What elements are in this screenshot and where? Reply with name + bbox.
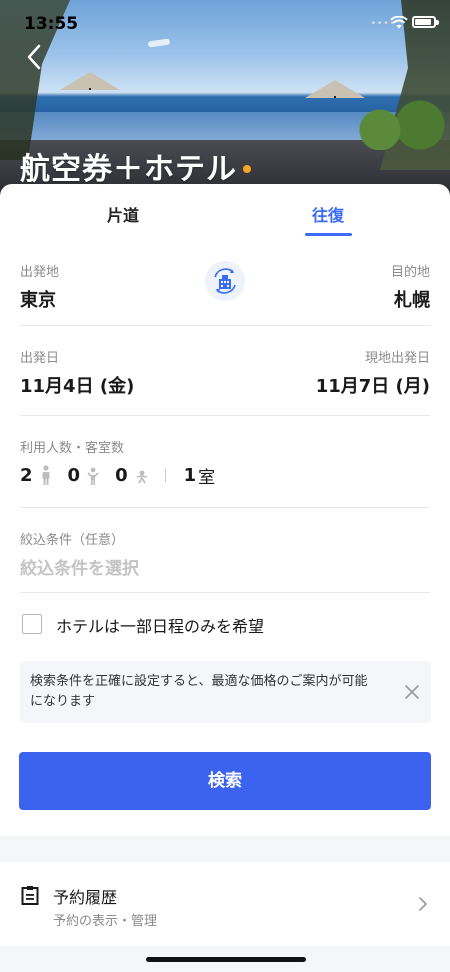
battery-icon (412, 16, 439, 28)
chevron-right-icon (419, 897, 427, 911)
active-tab-indicator (305, 233, 352, 236)
divider (20, 415, 430, 416)
wifi-icon (390, 16, 408, 29)
clipboard-icon (21, 886, 39, 905)
destination-value: 札幌 (394, 290, 430, 311)
adults-count: 2 (20, 464, 33, 486)
guests-separator (164, 468, 166, 482)
destination-field[interactable]: 目的地 札幌 (391, 261, 430, 312)
booking-history-subtitle: 予約の表示・管理 (53, 914, 158, 929)
hero-umbrella (305, 80, 365, 98)
title-accent-dot (243, 165, 251, 173)
booking-history-title: 予約履歴 (53, 888, 118, 907)
tab-round-trip[interactable]: 往復 (312, 202, 344, 226)
child-icon (87, 467, 99, 485)
search-tip-notice: 検索条件を正確に設定すると、最適な価格のご案内が可能になります (20, 661, 431, 723)
search-card: 片道 往復 出発地 東京 目的地 札幌 出発日 11月4日 (金) 現地出発日 … (0, 184, 450, 972)
origin-field[interactable]: 出発地 東京 (20, 261, 59, 312)
guests-field[interactable]: 2 0 0 1 室 (20, 463, 216, 488)
rooms-unit: 室 (198, 467, 216, 488)
divider (20, 507, 430, 508)
departure-date-field[interactable]: 出発日 11月4日 (金) (20, 347, 134, 398)
children-count: 0 (67, 464, 81, 486)
section-gap (0, 836, 450, 862)
partial-stay-checkbox[interactable] (22, 614, 42, 634)
divider (20, 592, 430, 593)
adult-icon (42, 465, 50, 485)
notice-text: 検索条件を正確に設定すると、最適な価格のご案内が可能になります (30, 674, 368, 709)
tab-one-way[interactable]: 片道 (107, 202, 139, 226)
status-time: 13:55 (24, 14, 79, 34)
search-button[interactable]: 検索 (19, 752, 431, 810)
partial-stay-label[interactable]: ホテルは一部日程のみを希望 (56, 613, 264, 637)
swap-button[interactable] (205, 261, 245, 301)
origin-label: 出発地 (20, 265, 60, 280)
infants-count: 0 (115, 464, 128, 486)
hero-umbrella (60, 72, 120, 90)
return-date-label: 現地出発日 (364, 351, 430, 366)
origin-value: 東京 (20, 290, 56, 311)
back-button[interactable] (20, 42, 50, 72)
home-indicator (146, 957, 306, 962)
return-date-value: 11月7日 (月) (315, 376, 430, 397)
close-icon[interactable] (403, 683, 421, 701)
trip-type-tabs: 片道 往復 (0, 184, 450, 236)
destination-label: 目的地 (390, 265, 430, 280)
departure-date-label: 出発日 (20, 351, 60, 366)
return-date-field[interactable]: 現地出発日 11月7日 (月) (316, 347, 430, 398)
filter-field[interactable]: 絞込条件（任意） 絞込条件を選択 (20, 529, 430, 579)
rooms-count: 1 (183, 464, 197, 486)
departure-date-value: 11月4日 (金) (20, 376, 135, 397)
divider (20, 325, 430, 326)
page-title: 航空券＋ホテル (20, 152, 237, 187)
filter-label: 絞込条件（任意） (20, 533, 125, 548)
status-bar: 13:55 •••• (0, 0, 450, 44)
guests-label: 利用人数・客室数 (20, 441, 125, 456)
filter-placeholder: 絞込条件を選択 (20, 559, 139, 579)
swap-icon (214, 268, 236, 294)
infant-icon (136, 470, 147, 484)
hero-bushes (350, 100, 450, 150)
booking-history-item[interactable]: 予約履歴 予約の表示・管理 (0, 862, 450, 946)
